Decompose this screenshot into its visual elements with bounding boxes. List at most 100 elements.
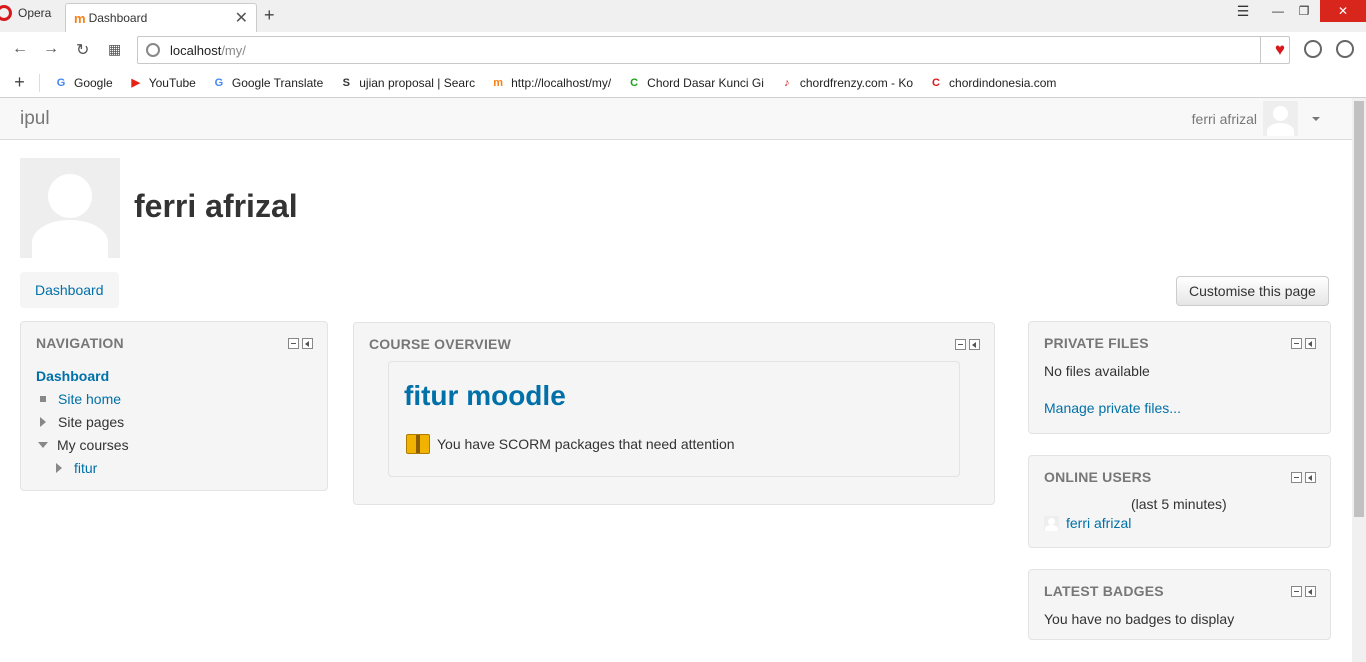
dock-block-icon[interactable]: [1305, 338, 1316, 349]
bookmark-label: ujian proposal | Searc: [359, 75, 476, 90]
block-controls: [1291, 338, 1316, 349]
dock-block-icon[interactable]: [1305, 586, 1316, 597]
reload-icon[interactable]: ↻: [76, 40, 89, 60]
site-brand[interactable]: ipul: [20, 108, 50, 130]
address-bar[interactable]: localhost/my/ ♥: [137, 36, 1290, 64]
download-icon[interactable]: [1304, 40, 1322, 58]
url-path: /my/: [221, 42, 246, 58]
nav-course-fitur-link[interactable]: fitur: [74, 460, 97, 476]
bookmark-item[interactable]: ♪ chordfrenzy.com - Ko: [780, 76, 913, 90]
bullet-icon: [40, 395, 46, 402]
profile-avatar[interactable]: [20, 158, 120, 258]
url-host: localhost: [170, 42, 222, 58]
course-title-link[interactable]: fitur moodle: [404, 380, 566, 412]
user-avatar: [1263, 101, 1298, 136]
customise-page-button[interactable]: Customise this page: [1176, 276, 1329, 306]
bookmark-item[interactable]: G Google: [54, 76, 113, 90]
online-user-item[interactable]: ferri afrizal: [1044, 515, 1131, 531]
bookmark-label: chordindonesia.com: [949, 75, 1057, 90]
address-separator: [1260, 37, 1261, 63]
block-title: ONLINE USERS: [1044, 469, 1152, 485]
nav-course-fitur[interactable]: fitur: [36, 456, 129, 479]
minimize-block-icon[interactable]: [955, 339, 966, 350]
dock-block-icon[interactable]: [302, 338, 313, 349]
bookmark-label: Google Translate: [231, 75, 324, 90]
block-controls: [1291, 472, 1316, 483]
nav-site-pages[interactable]: Site pages: [36, 410, 129, 433]
browser-tab-bar: Opera m Dashboard ✕ + ☰ — ❐ ✕: [0, 0, 1366, 32]
youtube-icon: ▶: [131, 76, 140, 89]
tab-title: Dashboard: [88, 11, 148, 25]
user-menu-name: ferri afrizal: [1191, 110, 1257, 127]
scorm-notice-text[interactable]: You have SCORM packages that need attent…: [437, 436, 735, 452]
opera-account-icon[interactable]: [1336, 40, 1354, 58]
bookmark-item[interactable]: G Google Translate: [212, 75, 324, 90]
maximize-button[interactable]: ❐: [1292, 0, 1316, 22]
nav-site-home[interactable]: Site home: [36, 387, 129, 410]
latest-badges-block: LATEST BADGES You have no badges to disp…: [1028, 569, 1331, 640]
bookmark-heart-icon[interactable]: ♥: [1275, 40, 1285, 60]
expand-arrow-icon[interactable]: [40, 416, 46, 427]
breadcrumb[interactable]: Dashboard: [20, 272, 119, 308]
new-tab-button[interactable]: +: [264, 5, 275, 26]
minimize-block-icon[interactable]: [1291, 338, 1302, 349]
forward-arrow-icon[interactable]: →: [43, 40, 59, 58]
address-url[interactable]: localhost/my/: [170, 43, 246, 58]
no-files-text: No files available: [1044, 363, 1150, 379]
nav-my-courses-label[interactable]: My courses: [57, 437, 129, 453]
dock-block-icon[interactable]: [1305, 472, 1316, 483]
minimize-block-icon[interactable]: [1291, 472, 1302, 483]
translate-icon: G: [214, 76, 224, 89]
block-title: PRIVATE FILES: [1044, 335, 1149, 351]
online-users-block: ONLINE USERS (last 5 minutes) ferri afri…: [1028, 455, 1331, 548]
bookmark-item[interactable]: C Chord Dasar Kunci Gi: [627, 76, 764, 90]
moodle-page: ipul ferri afrizal ferri afrizal Dashboa…: [0, 98, 1352, 662]
top-navbar: ipul ferri afrizal: [0, 98, 1352, 140]
manage-private-files-link[interactable]: Manage private files...: [1044, 400, 1181, 416]
block-title: NAVIGATION: [36, 335, 124, 351]
minimize-block-icon[interactable]: [288, 338, 299, 349]
bookmark-label: Google: [74, 75, 113, 90]
nav-dashboard[interactable]: Dashboard: [36, 364, 129, 387]
block-title: COURSE OVERVIEW: [369, 336, 511, 352]
nav-my-courses[interactable]: My courses: [36, 433, 129, 456]
online-user-link[interactable]: ferri afrizal: [1066, 515, 1131, 531]
bookmark-item[interactable]: Cchordindonesia.com: [929, 76, 1056, 90]
guitar-icon: ♪: [784, 76, 790, 89]
scrollbar-thumb[interactable]: [1354, 101, 1364, 517]
back-arrow-icon[interactable]: ←: [12, 40, 28, 58]
block-controls: [288, 338, 313, 349]
tab-menu-icon[interactable]: ☰: [1228, 0, 1258, 22]
dock-block-icon[interactable]: [969, 339, 980, 350]
opera-logo-icon: [0, 5, 12, 21]
chordindonesia-icon: C: [932, 76, 940, 89]
bookmark-item[interactable]: m http://localhost/my/: [491, 76, 611, 90]
block-controls: [1291, 586, 1316, 597]
user-menu[interactable]: ferri afrizal: [1192, 101, 1320, 136]
bookmark-item[interactable]: ▶ YouTube: [129, 76, 195, 90]
browser-tab-dashboard[interactable]: m Dashboard ✕: [65, 3, 257, 32]
window-close-button[interactable]: ✕: [1320, 0, 1366, 22]
opera-menu-label: Opera: [18, 6, 52, 20]
nav-dashboard-link[interactable]: Dashboard: [36, 368, 109, 384]
bookmark-item[interactable]: Sujian proposal | Searc: [339, 75, 476, 90]
scorm-package-icon: [406, 434, 430, 454]
nav-site-home-link[interactable]: Site home: [58, 391, 121, 407]
add-bookmark-button[interactable]: +: [0, 73, 40, 92]
minimize-block-icon[interactable]: [1291, 586, 1302, 597]
chevron-down-icon: [1312, 116, 1320, 121]
site-info-globe-icon[interactable]: [146, 43, 160, 57]
nav-site-pages-label[interactable]: Site pages: [58, 414, 124, 430]
course-item: fitur moodle You have SCORM packages tha…: [388, 361, 960, 477]
opera-menu-button[interactable]: Opera: [0, 0, 62, 26]
minimize-button[interactable]: —: [1266, 0, 1290, 22]
speed-dial-grid-icon[interactable]: ▦: [108, 41, 121, 58]
chord-icon: C: [630, 76, 639, 89]
expand-arrow-icon[interactable]: [56, 462, 62, 473]
navigation-tree: Dashboard Site home Site pages My course…: [36, 364, 129, 479]
tab-close-icon[interactable]: ✕: [235, 8, 248, 28]
breadcrumb-dashboard[interactable]: Dashboard: [35, 282, 104, 298]
block-controls: [955, 339, 980, 350]
page-scrollbar[interactable]: [1352, 98, 1366, 662]
collapse-arrow-icon[interactable]: [38, 441, 48, 448]
